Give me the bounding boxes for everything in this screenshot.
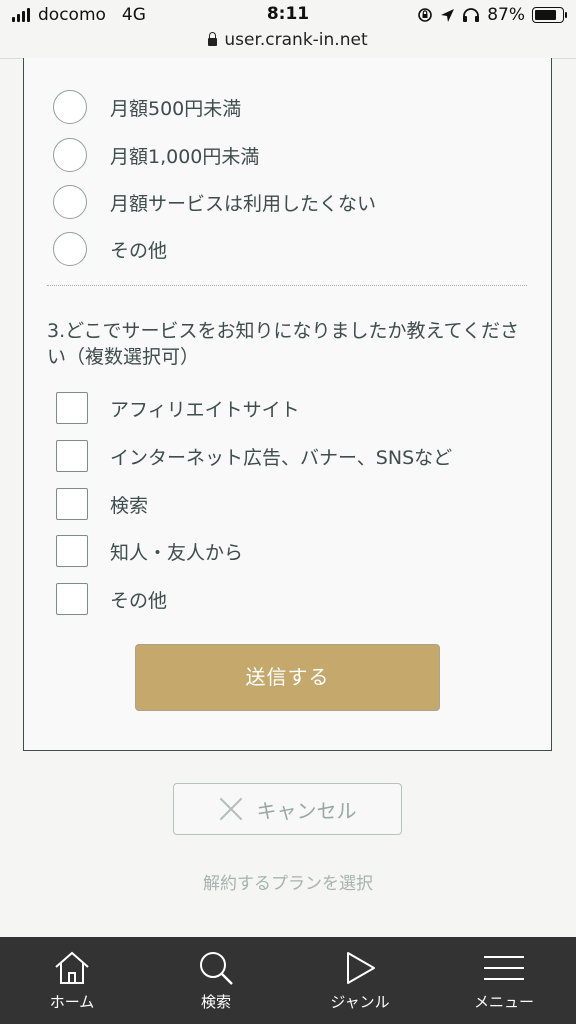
checkbox[interactable] — [56, 392, 88, 424]
status-bar: docomo 4G 8:11 87% — [0, 0, 576, 30]
nav-label: メニュー — [473, 993, 534, 1011]
checkbox[interactable] — [56, 440, 88, 472]
checkbox-option[interactable]: その他 — [53, 579, 167, 619]
nav-label: 検索 — [200, 993, 231, 1011]
nav-label: ホーム — [49, 993, 95, 1011]
location-icon — [441, 8, 455, 22]
play-icon — [347, 952, 375, 984]
radio-button[interactable] — [53, 185, 87, 219]
checkbox[interactable] — [56, 535, 88, 567]
option-label: インターネット広告、バナー、SNSなど — [110, 446, 453, 469]
nav-item-menu[interactable]: メニュー — [432, 937, 576, 1024]
nav-item-search[interactable]: 検索 — [144, 937, 288, 1024]
submit-button[interactable]: 送信する — [135, 644, 440, 711]
rotation-lock-icon — [418, 8, 433, 22]
nav-label: ジャンル — [330, 993, 390, 1011]
checkbox[interactable] — [56, 583, 88, 615]
search-icon — [200, 952, 233, 985]
home-icon — [55, 951, 89, 984]
option-label: その他 — [110, 239, 168, 262]
option-label: 月額500円未満 — [110, 97, 242, 120]
status-icons: 87% — [417, 5, 567, 25]
question3-title: 3.どこでサービスをお知りになりましたか教えてください（複数選択可） — [47, 320, 520, 368]
battery-percent: 87% — [487, 5, 525, 25]
checkbox-option[interactable]: インターネット広告、バナー、SNSなど — [53, 436, 452, 476]
question2-title-cut — [50, 48, 450, 64]
url-text: user.crank-in.net — [224, 30, 368, 50]
lock-icon — [208, 32, 218, 46]
nav-item-home[interactable]: ホーム — [0, 937, 144, 1024]
close-icon — [219, 797, 243, 821]
select-plan-link[interactable]: 解約するプランを選択 — [0, 869, 576, 894]
checkbox-option[interactable]: アフィリエイトサイト — [53, 388, 300, 428]
hamburger-menu-icon — [484, 956, 524, 980]
radio-button[interactable] — [53, 232, 87, 266]
option-label: 月額1,000円未満 — [110, 145, 260, 168]
battery-icon — [532, 7, 567, 23]
option-label: 検索 — [110, 494, 149, 517]
checkbox-option[interactable]: 知人・友人から — [53, 531, 243, 571]
nav-item-genre[interactable]: ジャンル — [288, 937, 432, 1024]
option-label: その他 — [110, 589, 168, 612]
radio-button[interactable] — [53, 138, 87, 172]
radio-option[interactable]: 月額サービスは利用したくない — [53, 182, 376, 222]
cancel-button[interactable]: キャンセル — [173, 783, 402, 835]
radio-button[interactable] — [53, 90, 87, 124]
radio-option[interactable]: その他 — [53, 229, 167, 269]
radio-option[interactable]: 月額500円未満 — [53, 87, 241, 127]
option-label: 月額サービスは利用したくない — [110, 192, 377, 215]
bottom-nav: ホーム 検索 ジャンル メニュー — [0, 937, 576, 1024]
cancel-label: キャンセル — [256, 798, 357, 823]
radio-option[interactable]: 月額1,000円未満 — [53, 135, 259, 175]
option-label: アフィリエイトサイト — [110, 398, 300, 421]
option-label: 知人・友人から — [110, 541, 244, 564]
checkbox[interactable] — [56, 488, 88, 520]
checkbox-option[interactable]: 検索 — [53, 484, 148, 524]
headphones-icon — [463, 8, 480, 22]
section-divider — [47, 285, 527, 286]
